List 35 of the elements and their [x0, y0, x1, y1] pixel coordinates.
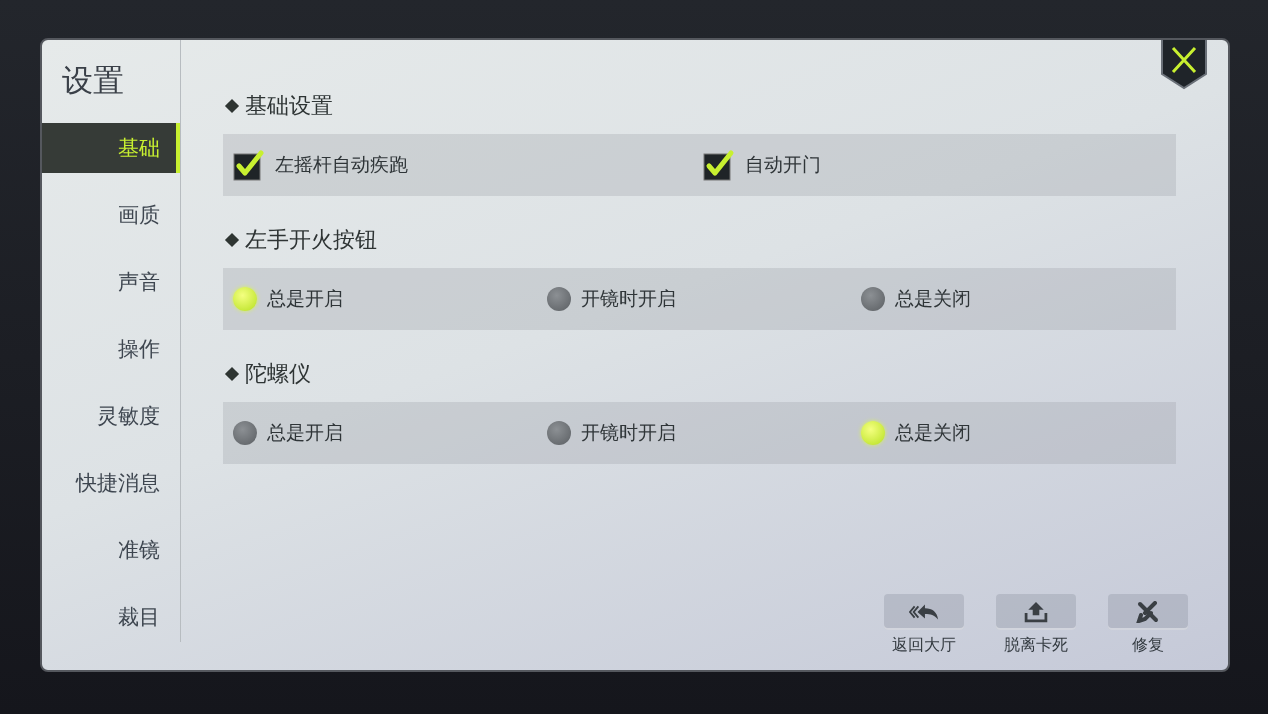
action-button[interactable]: [996, 594, 1076, 630]
section-title: 陀螺仪: [245, 360, 311, 388]
checkbox[interactable]: [233, 149, 265, 181]
action-label: 返回大厅: [892, 635, 956, 656]
radio-label: 总是开启: [267, 420, 343, 445]
checkbox-label: 左摇杆自动疾跑: [275, 152, 408, 177]
section-title: 左手开火按钮: [245, 226, 377, 254]
action-button[interactable]: [884, 594, 964, 630]
action-label: 修复: [1132, 635, 1164, 656]
section-title: 基础设置: [245, 92, 333, 120]
close-button[interactable]: [1160, 40, 1208, 90]
sidebar-tab[interactable]: 裁目: [42, 592, 180, 642]
checkbox[interactable]: [703, 149, 735, 181]
action-label: 脱离卡死: [1004, 635, 1068, 656]
radio-button[interactable]: [547, 287, 571, 311]
action-button[interactable]: [1108, 594, 1188, 630]
sidebar-tab[interactable]: 操作: [42, 324, 180, 374]
radio-button[interactable]: [861, 421, 885, 445]
radio-label: 总是开启: [267, 286, 343, 311]
panel-title: 设置: [61, 61, 125, 100]
sidebar-tab[interactable]: 声音: [42, 257, 180, 307]
radio-button[interactable]: [233, 287, 257, 311]
radio-label: 总是关闭: [895, 286, 971, 311]
checkbox-label: 自动开门: [745, 152, 821, 177]
sidebar-tab[interactable]: 基础: [42, 123, 180, 173]
radio-label: 开镜时开启: [581, 286, 676, 311]
sidebar-tab[interactable]: 准镜: [42, 525, 180, 575]
radio-button[interactable]: [861, 287, 885, 311]
radio-button[interactable]: [233, 421, 257, 445]
radio-button[interactable]: [547, 421, 571, 445]
radio-label: 开镜时开启: [581, 420, 676, 445]
sidebar-tab[interactable]: 灵敏度: [42, 391, 180, 441]
sidebar-tab[interactable]: 快捷消息: [42, 458, 180, 508]
radio-label: 总是关闭: [895, 420, 971, 445]
sidebar-tab[interactable]: 画质: [42, 190, 180, 240]
